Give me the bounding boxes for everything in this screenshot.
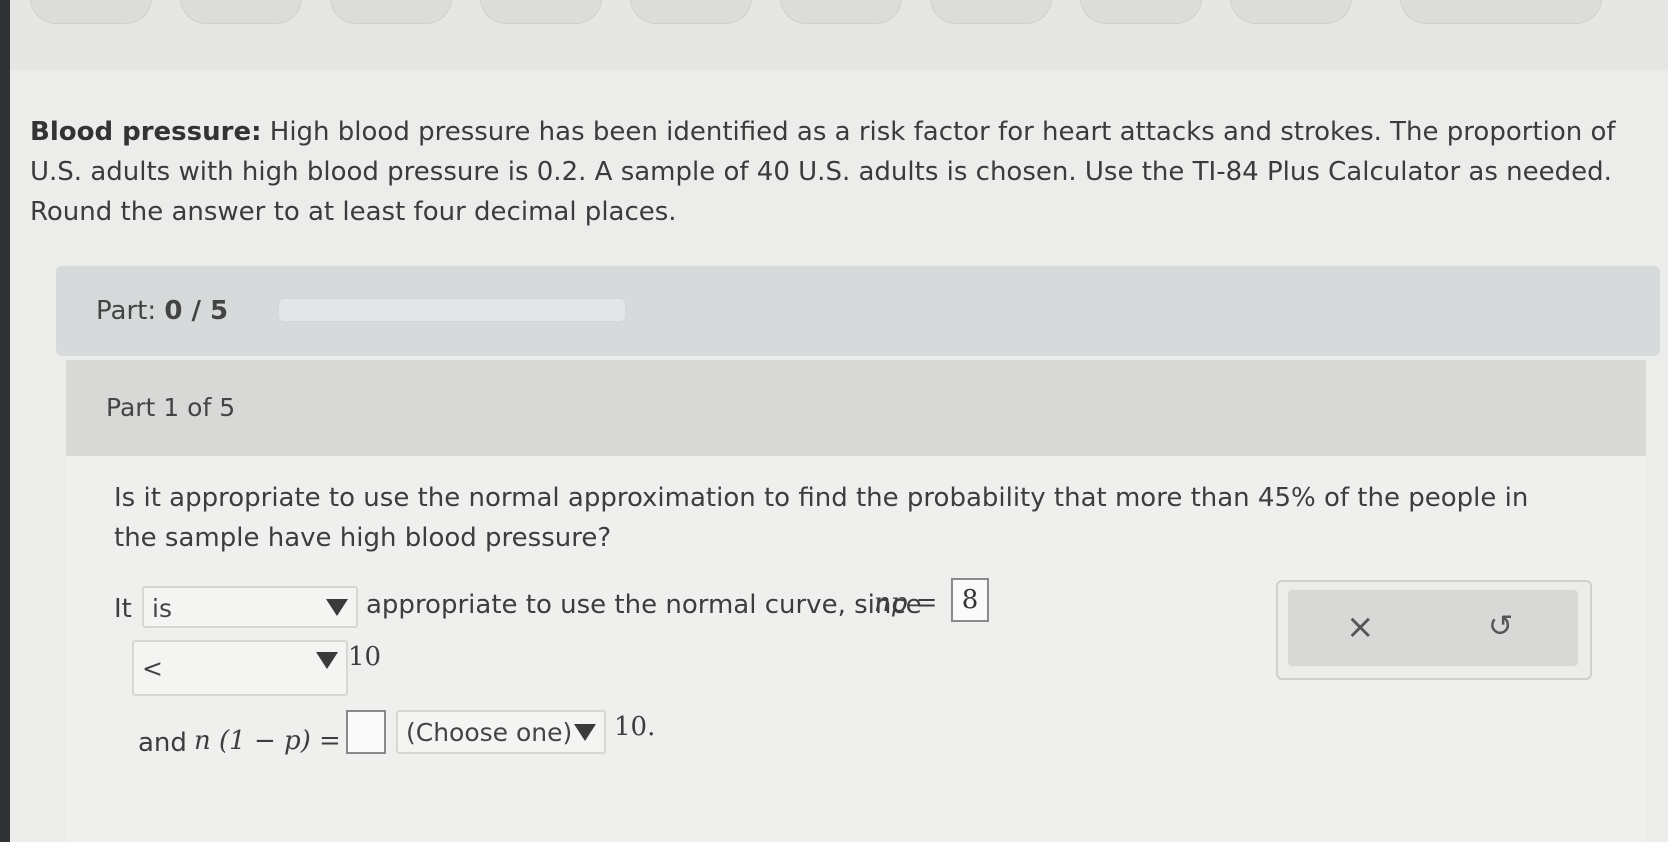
question-text: Is it appropriate to use the normal appr… <box>114 483 1529 553</box>
comparison-select[interactable]: < <box>132 640 348 696</box>
toolbar-button[interactable] <box>1400 0 1602 24</box>
progress-track <box>278 298 626 322</box>
part-progress-label: Part: 0 / 5 <box>96 296 228 326</box>
threshold-value: 10 <box>348 642 382 672</box>
choose-one-select[interactable]: (Choose one) <box>396 710 606 754</box>
part-label-text: Part: <box>96 296 157 326</box>
toolbar-button[interactable] <box>180 0 302 24</box>
top-toolbar <box>10 0 1668 70</box>
toolbar-button[interactable] <box>330 0 452 24</box>
toolbar-button[interactable] <box>780 0 902 24</box>
screen: Blood pressure: High blood pressure has … <box>10 0 1668 842</box>
toolbar-button[interactable] <box>480 0 602 24</box>
dropdown-arrow-icon <box>326 599 348 616</box>
toolbar-button[interactable] <box>30 0 152 24</box>
select-value: is <box>152 594 172 623</box>
n1p-label: n (1 − p) = <box>194 726 341 756</box>
tools-panel: × ↺ <box>1288 590 1578 666</box>
np-label: np = <box>874 588 938 618</box>
dropdown-arrow-icon <box>316 652 338 669</box>
select-value: (Choose one) <box>406 718 573 747</box>
dropdown-arrow-icon <box>574 724 596 741</box>
toolbar-button[interactable] <box>930 0 1052 24</box>
part-header-text: Part 1 of 5 <box>106 393 236 422</box>
answer-tools: × ↺ <box>1276 580 1592 680</box>
toolbar-button[interactable] <box>1080 0 1202 24</box>
np-input[interactable]: 8 <box>951 578 989 622</box>
and-label: and <box>138 728 187 758</box>
toolbar-button[interactable] <box>1230 0 1352 24</box>
problem-title: Blood pressure: <box>30 117 262 147</box>
problem-text: High blood pressure has been identified … <box>30 117 1616 227</box>
is-isnot-select[interactable]: is <box>142 586 358 628</box>
undo-icon[interactable]: ↺ <box>1488 610 1513 644</box>
part-header: Part 1 of 5 <box>66 360 1646 456</box>
it-label: It <box>114 594 132 624</box>
condition-text: appropriate to use the normal curve, sin… <box>366 590 922 620</box>
problem-statement: Blood pressure: High blood pressure has … <box>30 112 1640 232</box>
part-progress-bar: Part: 0 / 5 <box>56 266 1660 356</box>
n1p-input[interactable] <box>346 710 386 754</box>
part-progress-value: 0 / 5 <box>164 296 229 326</box>
clear-icon[interactable]: × <box>1346 610 1375 644</box>
toolbar-button[interactable] <box>630 0 752 24</box>
threshold-value-2: 10. <box>614 712 656 742</box>
select-value: < <box>142 654 163 683</box>
